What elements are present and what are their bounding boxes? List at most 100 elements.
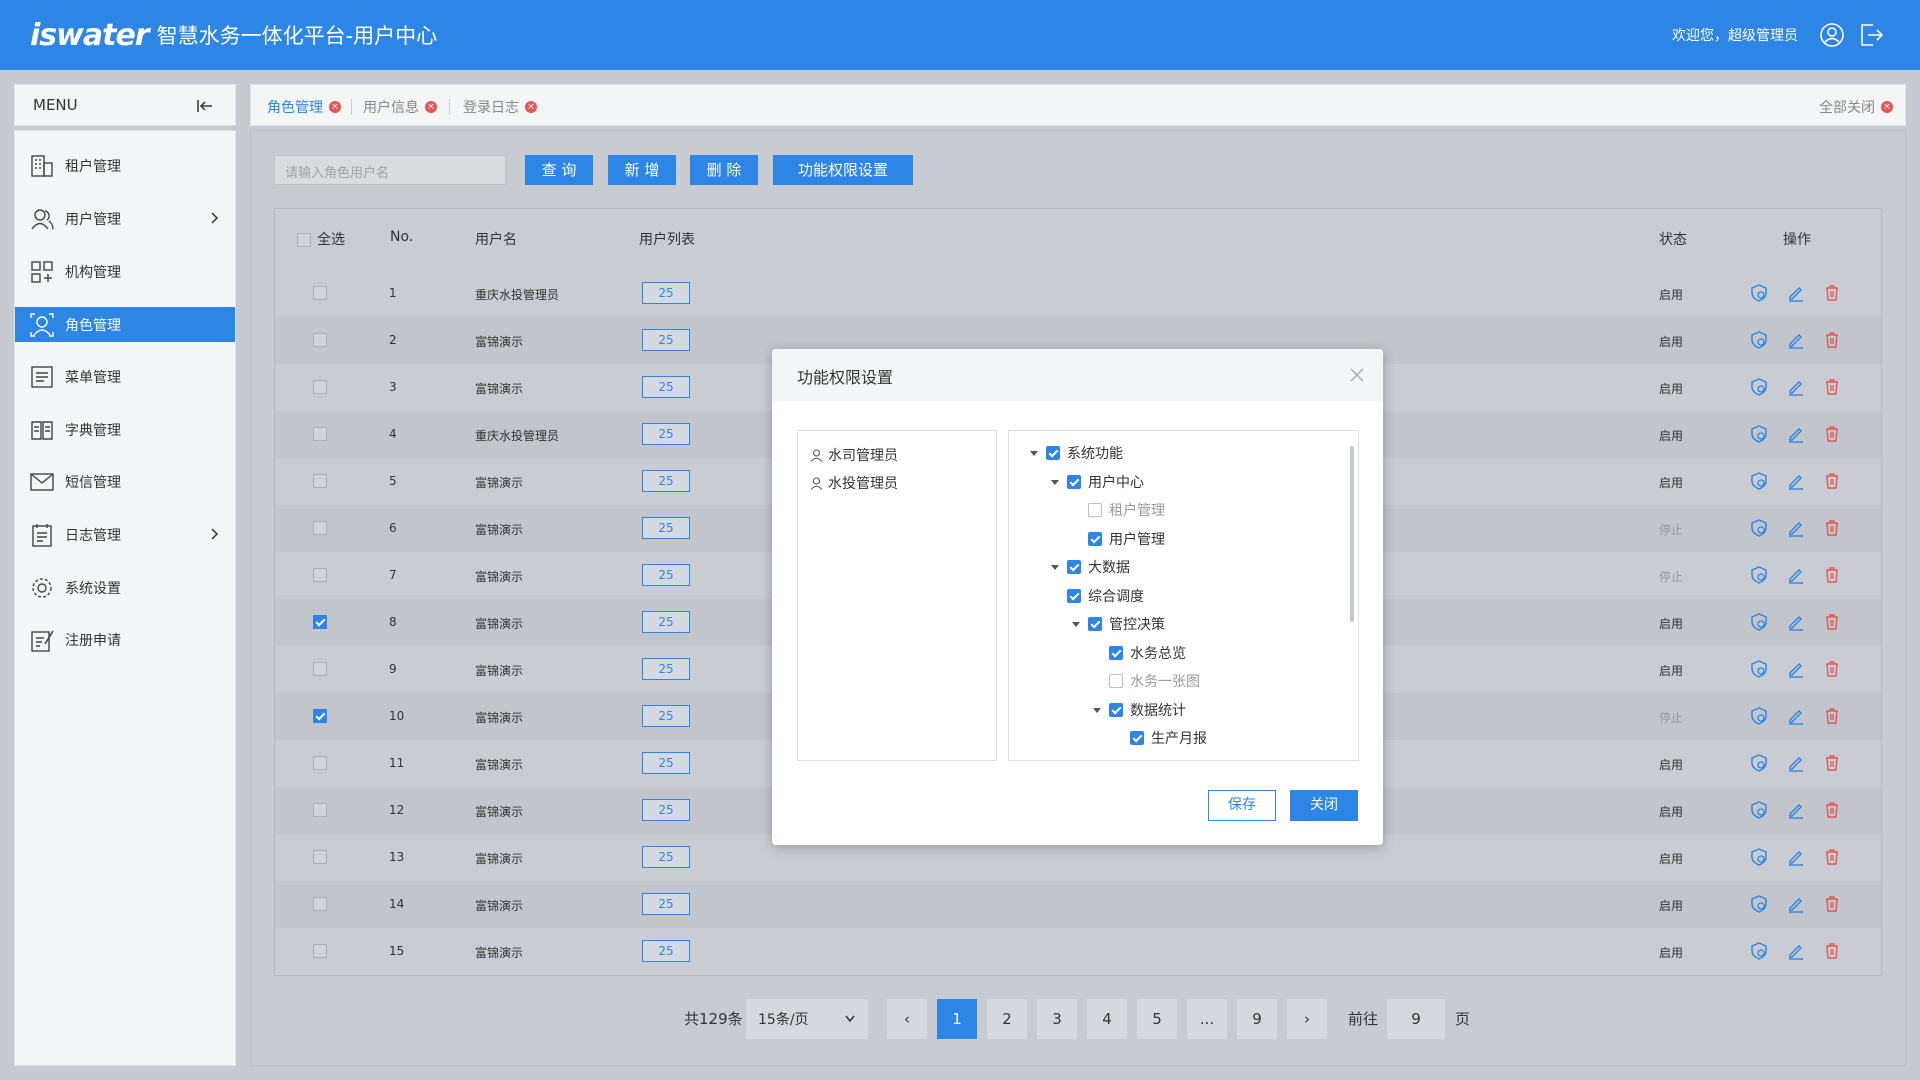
tree-node[interactable]: 用户管理 (1088, 529, 1165, 549)
role-item[interactable]: 水司管理员 (810, 445, 898, 465)
next-page-button[interactable]: › (1287, 999, 1327, 1039)
edit-icon[interactable] (1786, 471, 1806, 491)
permission-settings-button[interactable]: 功能权限设置 (773, 155, 913, 185)
sidebar-item-settings[interactable]: 系统设置 (15, 570, 235, 605)
tree-node[interactable]: 系统功能 (1046, 443, 1123, 463)
permission-icon[interactable] (1749, 612, 1769, 632)
role-item[interactable]: 水投管理员 (810, 473, 898, 493)
delete-button[interactable]: 删 除 (690, 155, 758, 185)
delete-icon[interactable] (1822, 706, 1842, 726)
edit-icon[interactable] (1786, 518, 1806, 538)
tree-node[interactable]: 用户中心 (1067, 472, 1144, 492)
row-checkbox[interactable] (313, 286, 327, 300)
user-count-badge[interactable]: 25 (642, 658, 690, 680)
tree-node[interactable]: 管控决策 (1088, 614, 1165, 634)
row-checkbox[interactable] (313, 568, 327, 582)
edit-icon[interactable] (1786, 847, 1806, 867)
row-checkbox[interactable] (313, 333, 327, 347)
page-button[interactable]: 9 (1237, 999, 1277, 1039)
close-tab-icon[interactable]: × (425, 101, 437, 113)
sidebar-item-dict[interactable]: 字典管理 (15, 412, 235, 447)
tree-checkbox[interactable] (1109, 674, 1123, 688)
edit-icon[interactable] (1786, 283, 1806, 303)
user-count-badge[interactable]: 25 (642, 282, 690, 304)
expand-caret-icon[interactable] (1030, 451, 1038, 456)
row-checkbox[interactable] (313, 850, 327, 864)
logout-icon[interactable] (1856, 20, 1886, 50)
page-ellipsis[interactable]: ... (1187, 999, 1227, 1039)
tree-node[interactable]: 水务总览 (1109, 643, 1186, 663)
user-count-badge[interactable]: 25 (642, 799, 690, 821)
page-button[interactable]: 3 (1037, 999, 1077, 1039)
user-count-badge[interactable]: 25 (642, 470, 690, 492)
tree-checkbox[interactable] (1088, 532, 1102, 546)
user-count-badge[interactable]: 25 (642, 376, 690, 398)
tree-checkbox[interactable] (1067, 475, 1081, 489)
user-count-badge[interactable]: 25 (642, 705, 690, 727)
delete-icon[interactable] (1822, 659, 1842, 679)
row-checkbox[interactable] (313, 803, 327, 817)
user-count-badge[interactable]: 25 (642, 564, 690, 586)
tree-checkbox[interactable] (1046, 446, 1060, 460)
expand-caret-icon[interactable] (1051, 480, 1059, 485)
tree-node[interactable]: 租户管理 (1088, 500, 1165, 520)
save-button[interactable]: 保存 (1208, 790, 1276, 821)
edit-icon[interactable] (1786, 894, 1806, 914)
close-all-icon[interactable]: × (1881, 101, 1893, 113)
delete-icon[interactable] (1822, 612, 1842, 632)
permission-icon[interactable] (1749, 330, 1769, 350)
edit-icon[interactable] (1786, 753, 1806, 773)
permission-icon[interactable] (1749, 800, 1769, 820)
edit-icon[interactable] (1786, 800, 1806, 820)
delete-icon[interactable] (1822, 565, 1842, 585)
user-count-badge[interactable]: 25 (642, 893, 690, 915)
user-count-badge[interactable]: 25 (642, 423, 690, 445)
select-all-checkbox[interactable] (297, 233, 311, 247)
delete-icon[interactable] (1822, 518, 1842, 538)
edit-icon[interactable] (1786, 612, 1806, 632)
tab-role-management[interactable]: 角色管理 × (267, 97, 341, 117)
user-count-badge[interactable]: 25 (642, 517, 690, 539)
tab-user-info[interactable]: 用户信息 × (363, 97, 437, 117)
edit-icon[interactable] (1786, 565, 1806, 585)
row-checkbox[interactable] (313, 521, 327, 535)
permission-icon[interactable] (1749, 377, 1769, 397)
row-checkbox[interactable] (313, 944, 327, 958)
tree-scrollbar[interactable] (1350, 446, 1354, 622)
edit-icon[interactable] (1786, 659, 1806, 679)
row-checkbox[interactable] (313, 662, 327, 676)
tree-node[interactable]: 大数据 (1067, 557, 1130, 577)
user-count-badge[interactable]: 25 (642, 752, 690, 774)
tree-checkbox[interactable] (1109, 646, 1123, 660)
permission-icon[interactable] (1749, 753, 1769, 773)
permission-icon[interactable] (1749, 518, 1769, 538)
tree-node[interactable]: 数据统计 (1109, 700, 1186, 720)
delete-icon[interactable] (1822, 800, 1842, 820)
sidebar-item-users[interactable]: 用户管理 (15, 201, 235, 236)
close-tab-icon[interactable]: × (329, 101, 341, 113)
sidebar-item-register[interactable]: 注册申请 (15, 622, 235, 657)
sidebar-item-menu[interactable]: 菜单管理 (15, 359, 235, 394)
row-checkbox[interactable] (313, 756, 327, 770)
page-size-select[interactable]: 15条/页 (746, 999, 868, 1039)
permission-icon[interactable] (1749, 941, 1769, 961)
user-count-badge[interactable]: 25 (642, 329, 690, 351)
tree-checkbox[interactable] (1067, 589, 1081, 603)
edit-icon[interactable] (1786, 330, 1806, 350)
delete-icon[interactable] (1822, 330, 1842, 350)
delete-icon[interactable] (1822, 847, 1842, 867)
edit-icon[interactable] (1786, 424, 1806, 444)
row-checkbox[interactable] (313, 615, 327, 629)
edit-icon[interactable] (1786, 377, 1806, 397)
delete-icon[interactable] (1822, 753, 1842, 773)
tree-node[interactable]: 生产月报 (1130, 728, 1207, 748)
delete-icon[interactable] (1822, 377, 1842, 397)
delete-icon[interactable] (1822, 941, 1842, 961)
expand-caret-icon[interactable] (1072, 622, 1080, 627)
tree-checkbox[interactable] (1109, 703, 1123, 717)
tree-checkbox[interactable] (1088, 617, 1102, 631)
permission-icon[interactable] (1749, 706, 1769, 726)
row-checkbox[interactable] (313, 474, 327, 488)
delete-icon[interactable] (1822, 424, 1842, 444)
permission-icon[interactable] (1749, 424, 1769, 444)
